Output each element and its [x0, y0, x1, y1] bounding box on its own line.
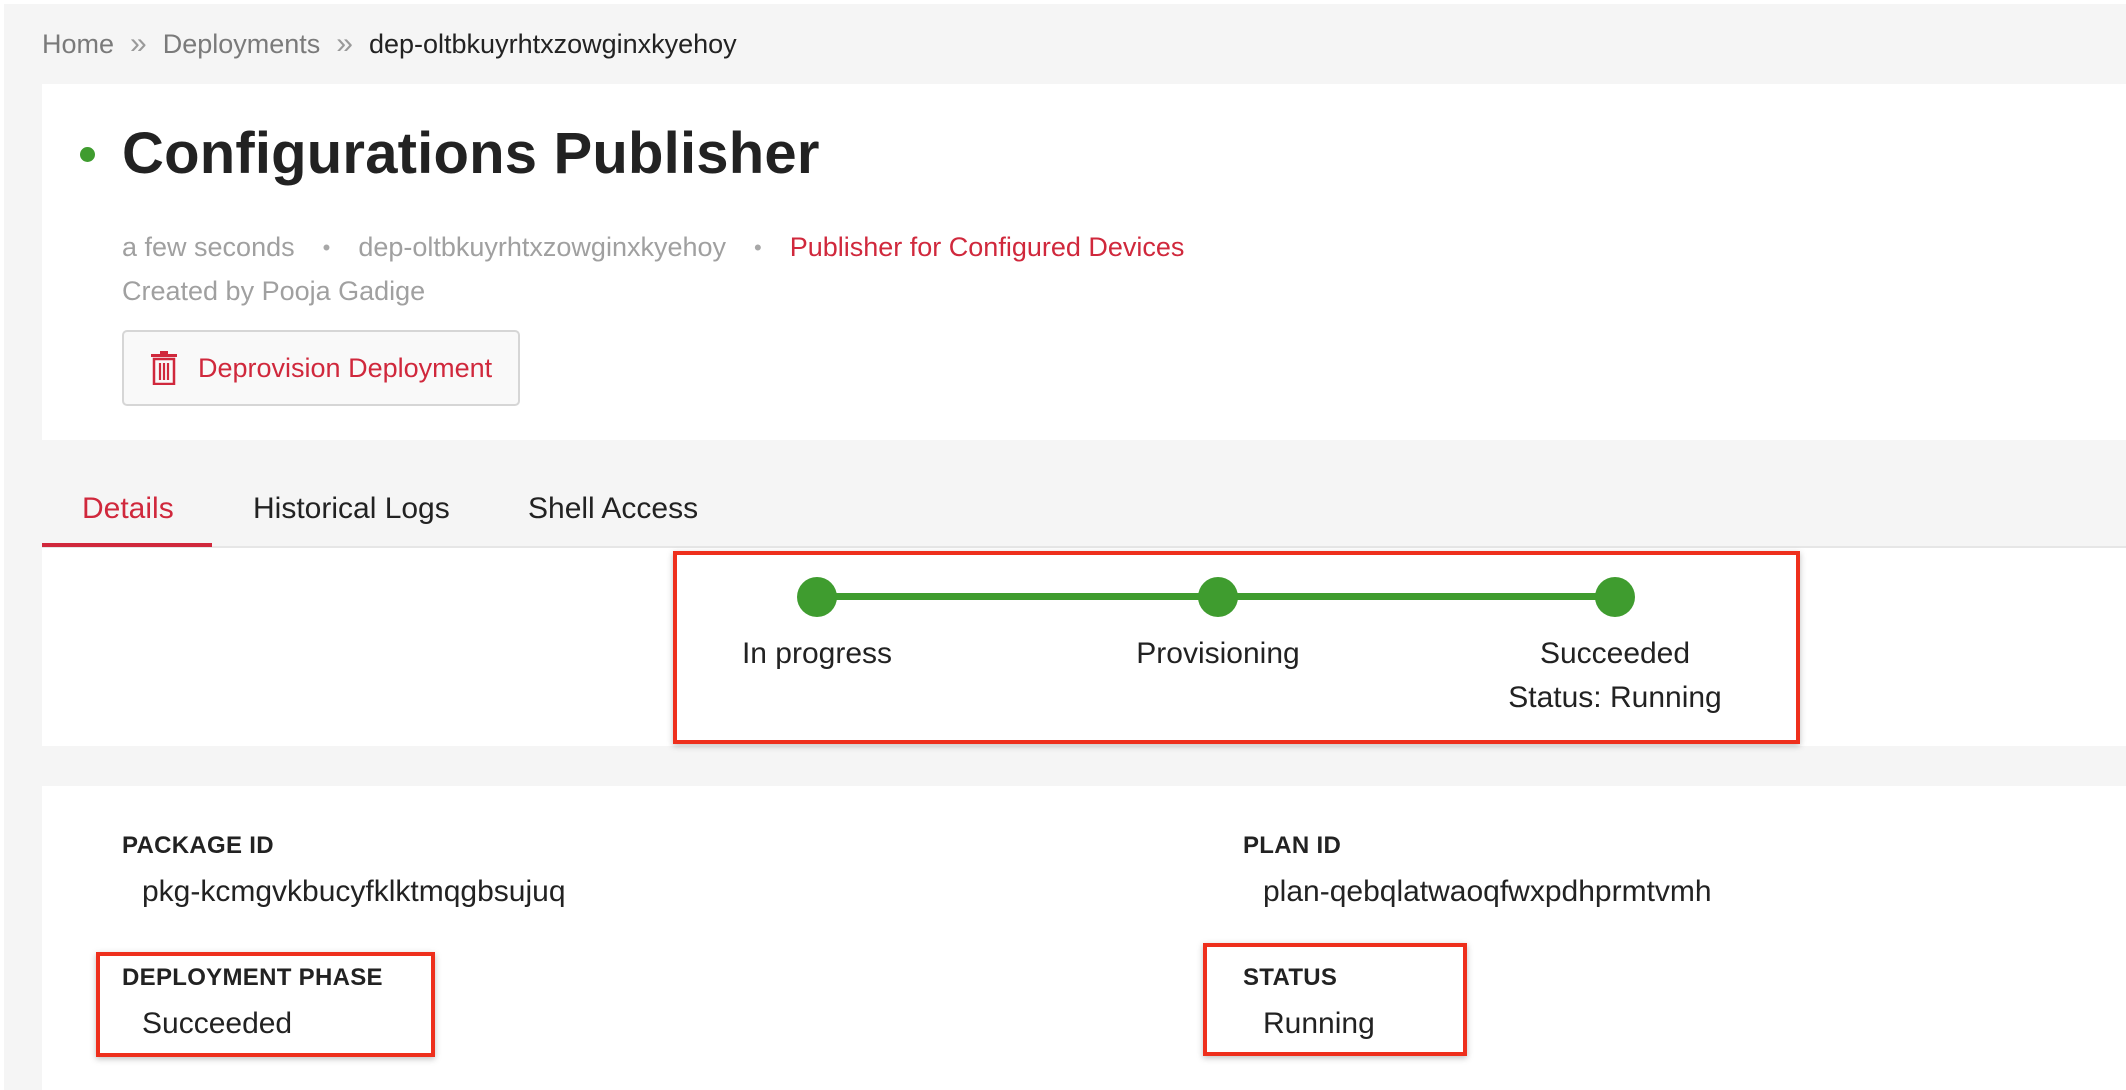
meta-separator: • — [322, 234, 331, 260]
breadcrumb: Home » Deployments » dep-oltbkuyrhtxzowg… — [42, 26, 737, 62]
plan-id-label: PLAN ID — [1243, 832, 1342, 859]
deprovision-deployment-button[interactable]: Deprovision Deployment — [122, 330, 520, 406]
package-id-value: pkg-kcmgvkbucyfklktmqgbsujuq — [142, 875, 566, 908]
deployment-meta: a few seconds • dep-oltbkuyrhtxzowginxky… — [122, 232, 1184, 263]
tab-bar: Details Historical Logs Shell Access — [42, 470, 2126, 548]
page-title: Configurations Publisher — [122, 121, 820, 186]
tab-shell-access[interactable]: Shell Access — [528, 470, 698, 548]
deployment-description: Publisher for Configured Devices — [789, 232, 1185, 262]
deployment-header: Configurations Publisher a few seconds •… — [42, 84, 2126, 440]
window-edge — [0, 0, 2126, 4]
window-edge — [0, 0, 4, 1090]
active-tab-indicator — [42, 543, 212, 547]
status-dot-icon — [80, 147, 95, 162]
breadcrumb-home-link[interactable]: Home — [42, 29, 114, 60]
package-id-label: PACKAGE ID — [122, 832, 274, 859]
deprovision-label: Deprovision Deployment — [198, 352, 493, 383]
annotation-highlight-status — [1203, 943, 1467, 1056]
plan-id-value: plan-qebqlatwaoqfwxpdhprmtvmh — [1263, 875, 1712, 908]
breadcrumb-deployments-link[interactable]: Deployments — [163, 29, 321, 60]
breadcrumb-separator: » — [130, 27, 147, 60]
annotation-highlight-deployment-phase — [96, 952, 435, 1057]
created-by: Created by Pooja Gadige — [122, 276, 426, 306]
breadcrumb-separator: » — [336, 27, 353, 60]
deployment-age: a few seconds — [122, 232, 295, 262]
tab-details[interactable]: Details — [82, 470, 174, 548]
deployment-id: dep-oltbkuyrhtxzowginxkyehoy — [358, 232, 727, 262]
tab-historical-logs[interactable]: Historical Logs — [253, 470, 450, 548]
trash-icon — [150, 351, 178, 385]
annotation-highlight-progress — [673, 551, 1800, 744]
meta-separator: • — [754, 234, 762, 260]
breadcrumb-current: dep-oltbkuyrhtxzowginxkyehoy — [368, 28, 737, 59]
